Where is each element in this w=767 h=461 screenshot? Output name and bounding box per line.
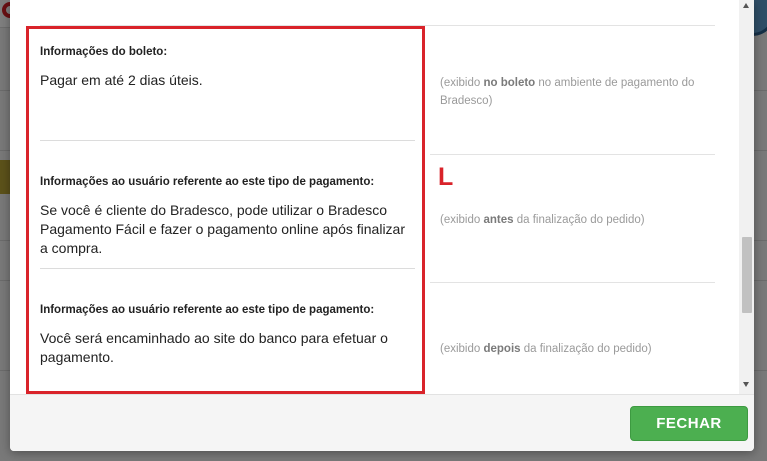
modal-scrollbar[interactable] [739, 0, 754, 395]
modal-body: Informações do boleto: Pagar em até 2 di… [10, 0, 754, 395]
boleto-info-hint: (exibido no boleto no ambiente de pagame… [440, 77, 695, 107]
section-divider [430, 282, 715, 283]
scroll-up-arrow-icon[interactable] [743, 3, 749, 8]
close-button[interactable]: FECHAR [630, 406, 748, 441]
annotation-letter: L [438, 163, 454, 191]
pre-order-info-hint: (exibido antes da finalização do pedido) [440, 214, 645, 226]
post-order-info-hint: (exibido depois da finalização do pedido… [440, 343, 652, 355]
payment-info-modal: Informações do boleto: Pagar em até 2 di… [10, 0, 754, 451]
scroll-down-arrow-icon[interactable] [743, 382, 749, 387]
scrollbar-thumb[interactable] [742, 237, 752, 313]
section-divider [430, 154, 715, 155]
highlight-annotation-box [26, 26, 425, 394]
modal-footer: FECHAR [10, 394, 754, 451]
